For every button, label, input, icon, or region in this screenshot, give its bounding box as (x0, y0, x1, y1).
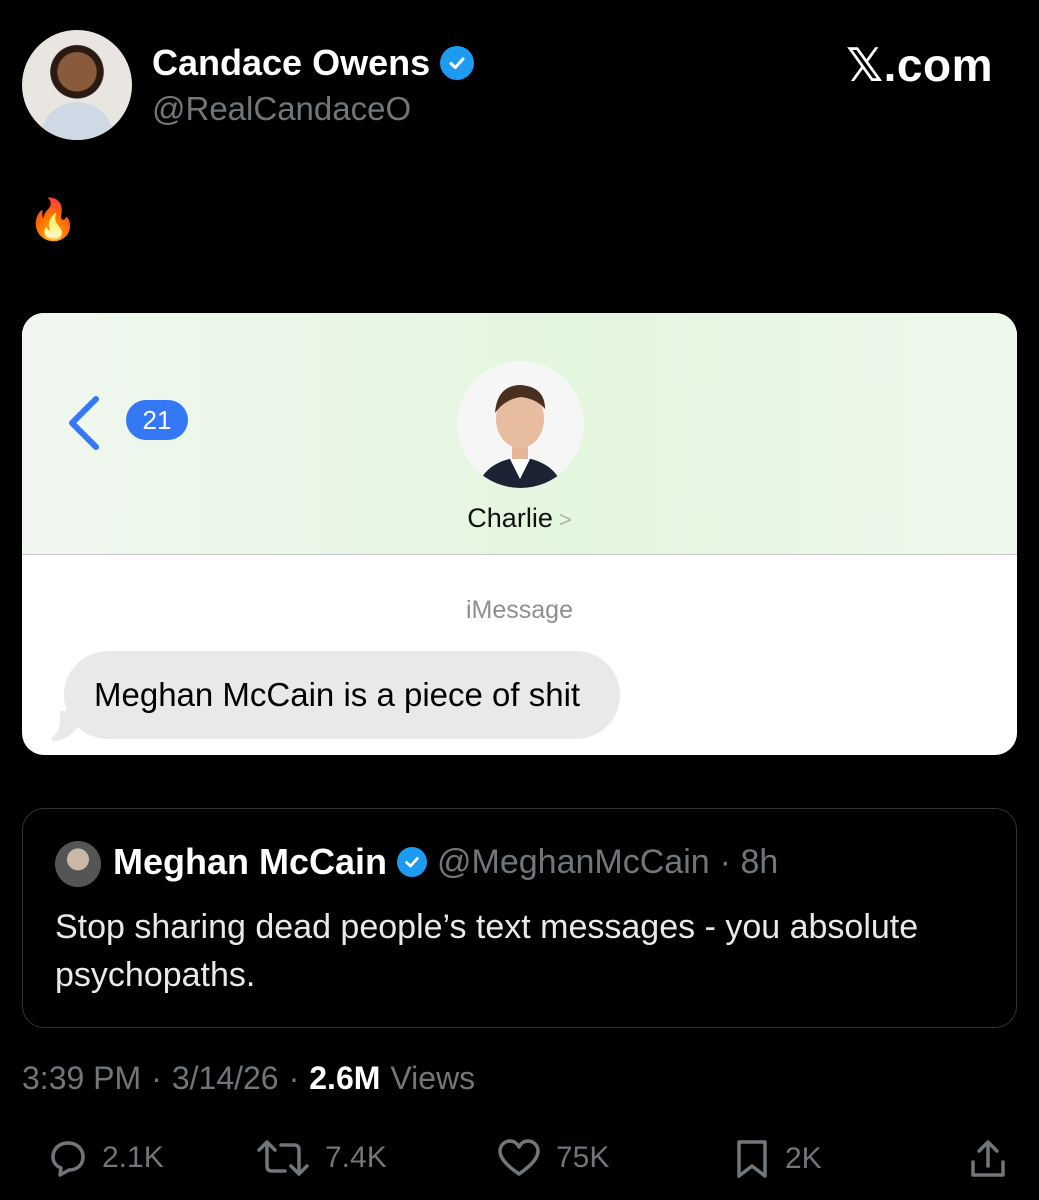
message-bubble: Meghan McCain is a piece of shit (64, 651, 621, 739)
like-count: 75K (556, 1141, 610, 1174)
author-name[interactable]: Candace Owens (152, 42, 430, 84)
bookmark-button[interactable]: 2K (733, 1138, 822, 1180)
x-logo: 𝕏.com (846, 39, 993, 91)
author-avatar[interactable] (22, 30, 132, 140)
chevron-right-icon: > (558, 507, 572, 532)
tweet-media-image[interactable]: 21 Charlie > iMessage Meghan McCain is a … (22, 313, 1017, 755)
author-handle[interactable]: @RealCandaceO (152, 90, 411, 128)
share-button[interactable] (968, 1138, 1008, 1180)
quoted-text: Stop sharing dead people’s text messages… (55, 908, 919, 994)
verified-badge-icon (397, 847, 428, 877)
like-button[interactable]: 75K (496, 1138, 609, 1178)
views-count: 2.6M (309, 1060, 381, 1096)
reply-button[interactable]: 2.1K (48, 1138, 164, 1178)
quoted-header: Meghan McCain @MeghanMcCain · 8h (113, 841, 778, 883)
share-icon (968, 1138, 1008, 1180)
repost-count: 7.4K (325, 1141, 387, 1174)
heart-icon (496, 1138, 542, 1178)
imessage-service-label: iMessage (466, 596, 573, 624)
views-label: Views (390, 1060, 476, 1096)
tweet-time[interactable]: 3:39 PM (22, 1060, 141, 1097)
quoted-time: · 8h (719, 842, 779, 881)
imessage-header: 21 Charlie > (22, 313, 1017, 555)
quoted-name: Meghan McCain (113, 841, 388, 882)
verified-badge-icon (440, 46, 475, 80)
separator: · (288, 1060, 300, 1096)
repost-icon (255, 1138, 311, 1178)
tweet-date[interactable]: 3/14/26 (172, 1060, 279, 1097)
message-text: Meghan McCain is a piece of shit (94, 676, 581, 713)
tweet-meta: 3:39 PM · 3/14/26 · 2.6M Views (22, 1060, 475, 1097)
quoted-avatar (55, 841, 101, 887)
action-bar: 2.1K 7.4K 75K 2K (0, 1138, 1039, 1188)
unread-count-badge: 21 (126, 400, 188, 440)
bookmark-count: 2K (785, 1142, 822, 1175)
repost-button[interactable]: 7.4K (255, 1138, 387, 1178)
contact-avatar (457, 361, 584, 488)
separator: · (151, 1060, 162, 1096)
reply-icon (48, 1138, 88, 1178)
quoted-tweet[interactable]: Meghan McCain @MeghanMcCain · 8h Stop sh… (22, 808, 1017, 1028)
back-chevron-icon (64, 395, 104, 456)
author-name-row[interactable]: Candace Owens (152, 42, 475, 84)
reply-count: 2.1K (102, 1141, 164, 1174)
contact-name: Charlie > (467, 503, 572, 533)
bookmark-icon (733, 1138, 771, 1180)
quoted-handle: @MeghanMcCain (437, 842, 710, 881)
tweet-text: 🔥 (28, 198, 78, 242)
